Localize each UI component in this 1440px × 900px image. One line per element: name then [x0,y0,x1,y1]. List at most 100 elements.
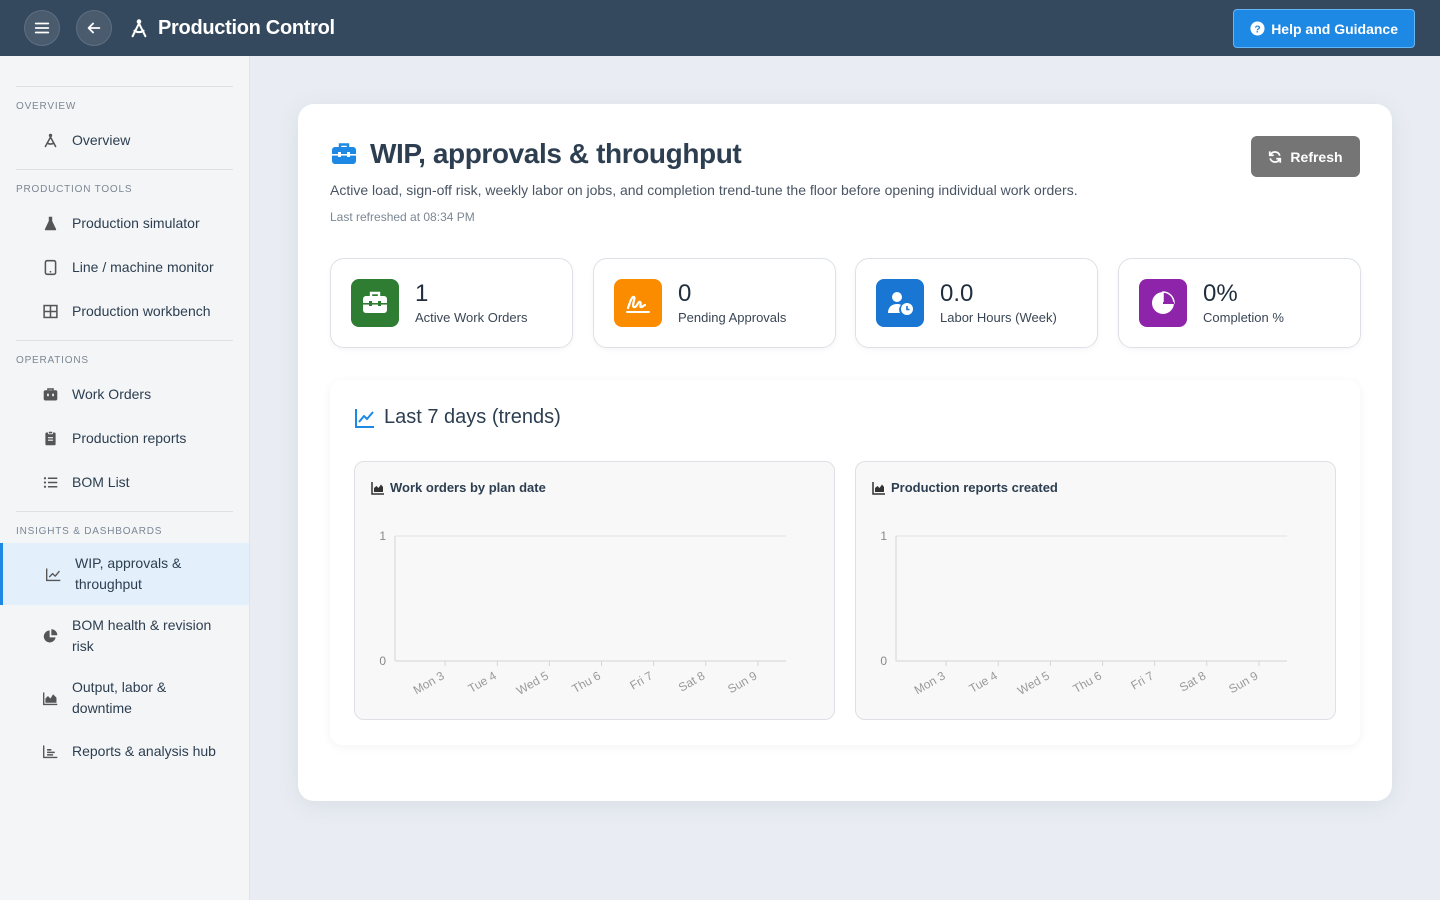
list-icon [40,472,60,492]
y-tick-label: 1 [379,529,386,543]
section-title-operations: OPERATIONS [16,355,89,366]
sidebar-item-label: Overview [72,132,131,148]
kpi-icon-badge [351,279,399,327]
sidebar-item-label: Work Orders [72,386,152,402]
refresh-label: Refresh [1290,148,1343,165]
x-tick-label: Sun 9 [1226,668,1260,696]
main-card: WIP, approvals & throughput Active load,… [298,104,1392,801]
sidebar: OVERVIEW Overview PRODUCTION TOOLS Produ… [0,56,250,900]
kpi-active-work-orders[interactable]: 1 Active Work Orders [330,258,573,348]
svg-text:?: ? [1255,24,1261,35]
app-title: Production Control [158,16,335,39]
section-title-overview: OVERVIEW [16,101,77,112]
refresh-icon [1269,150,1282,163]
compass-icon [40,130,60,150]
line-chart-icon [43,564,63,584]
x-tick-label: Sun 9 [725,668,759,696]
page-header: WIP, approvals & throughput [330,138,742,170]
sidebar-item-reports-analysis-hub[interactable]: Reports & analysis hub [0,729,249,773]
help-button[interactable]: ? Help and Guidance [1233,9,1415,48]
sidebar-item-work-orders[interactable]: Work Orders [0,372,249,416]
kpi-value: 0.0 [940,280,974,307]
sidebar-item-label: Production workbench [72,303,211,319]
x-tick-label: Tue 4 [967,668,1000,695]
sidebar-item-bom-list[interactable]: BOM List [0,460,249,504]
clipboard-icon [40,428,60,448]
kpi-value: 0 [678,280,692,307]
refresh-button[interactable]: Refresh [1251,136,1360,177]
toolbox-icon [332,143,356,164]
x-tick-label: Sat 8 [1177,668,1209,694]
kpi-completion[interactable]: 0% Completion % [1118,258,1361,348]
x-tick-label: Fri 7 [627,668,655,692]
y-tick-label: 0 [379,654,386,668]
section-title-production-tools: PRODUCTION TOOLS [16,184,133,195]
hamburger-icon [34,22,50,34]
question-circle-icon: ? [1250,21,1265,36]
sidebar-item-overview[interactable]: Overview [0,118,249,162]
kpi-pending-approvals[interactable]: 0 Pending Approvals [593,258,836,348]
pie-chart-icon [1152,291,1175,314]
arrow-left-icon [87,22,101,34]
x-tick-label: Fri 7 [1128,668,1156,692]
app-brand[interactable]: Production Control [128,17,335,40]
chart-plot: 0 1 Mon 3 Tue 4 Wed 5 Thu 6 Fri 7 Sat 8 Sun 9 [880,529,1287,698]
kpi-icon-badge [614,279,662,327]
sidebar-item-production-simulator[interactable]: Production simulator [0,201,249,245]
toolbox-icon [40,384,60,404]
flask-icon [40,213,60,233]
sidebar-item-bom-health[interactable]: BOM health & revision risk [0,605,249,667]
chart-production-reports: Production reports created 0 1 Mon 3 Tue 4W… [855,461,1336,720]
kpi-label: Labor Hours (Week) [940,310,1057,325]
x-tick-label: Mon 3 [411,668,447,697]
area-chart-icon [40,688,60,708]
sidebar-item-wip-approvals-throughput[interactable]: WIP, approvals & throughput [0,543,249,605]
kpi-icon-badge [1139,279,1187,327]
sidebar-item-line-machine-monitor[interactable]: Line / machine monitor [0,245,249,289]
top-bar: Production Control ? Help and Guidance [0,0,1440,56]
grid-icon [40,301,60,321]
bar-chart-icon [40,741,60,761]
section-title-insights: INSIGHTS & DASHBOARDS [16,526,163,537]
last-refreshed: Last refreshed at 08:34 PM [330,210,475,224]
pie-chart-icon [40,626,60,646]
kpi-label: Completion % [1203,310,1284,325]
user-clock-icon [888,292,913,315]
sidebar-item-production-workbench[interactable]: Production workbench [0,289,249,333]
signature-icon [626,295,650,313]
sidebar-item-production-reports[interactable]: Production reports [0,416,249,460]
page-subtitle: Active load, sign-off risk, weekly labor… [330,182,1078,198]
tablet-icon [40,257,60,277]
x-tick-label: Tue 4 [466,668,499,695]
trends-title: Last 7 days (trends) [384,406,561,428]
sidebar-item-label: BOM health & revision risk [72,617,212,654]
y-tick-label: 1 [880,529,887,543]
y-tick-label: 0 [880,654,887,668]
kpi-value: 1 [415,280,429,307]
kpi-value: 0% [1203,280,1238,307]
sidebar-item-label: Output, labor & downtime [72,679,167,716]
sidebar-item-label: BOM List [72,474,130,490]
x-tick-label: Sat 8 [676,668,708,694]
sidebar-item-label: Reports & analysis hub [72,743,216,759]
compass-drafting-icon [131,19,147,38]
x-tick-label: Thu 6 [569,668,603,696]
help-label: Help and Guidance [1271,20,1398,37]
toolbox-icon [363,291,387,313]
trends-panel: Last 7 days (trends) Work orders by plan… [330,380,1360,745]
sidebar-item-label: WIP, approvals & throughput [75,555,182,592]
sidebar-item-label: Production reports [72,430,187,446]
page-title: WIP, approvals & throughput [370,138,742,169]
trends-header: Last 7 days (trends) [354,406,561,429]
menu-button[interactable] [24,10,60,46]
kpi-label: Active Work Orders [415,310,528,325]
x-tick-label: Mon 3 [912,668,948,697]
kpi-labor-hours[interactable]: 0.0 Labor Hours (Week) [855,258,1098,348]
sidebar-item-label: Production simulator [72,215,200,231]
back-button[interactable] [76,10,112,46]
sidebar-item-output-labor-downtime[interactable]: Output, labor & downtime [0,667,249,729]
kpi-icon-badge [876,279,924,327]
line-chart-icon [355,408,374,428]
sidebar-item-label: Line / machine monitor [72,259,214,275]
kpi-label: Pending Approvals [678,310,787,325]
